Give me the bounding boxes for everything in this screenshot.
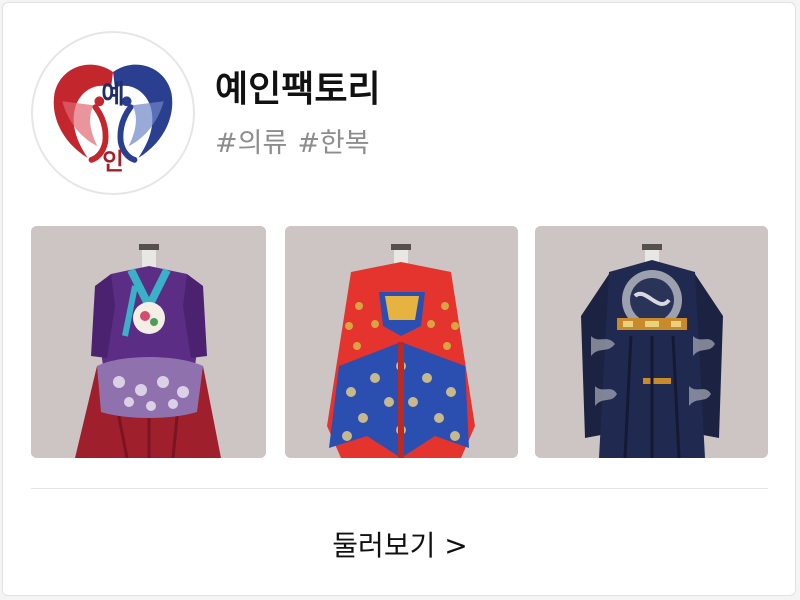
tag-hanbok[interactable]: #한복 (297, 128, 369, 159)
product-thumbnail-2[interactable] (285, 226, 518, 458)
divider (31, 488, 768, 489)
shop-tags: #의류 #한복 (215, 124, 370, 164)
product-thumbnail-1[interactable] (31, 226, 266, 458)
shop-logo[interactable]: 예 인 (31, 31, 195, 195)
navy-dragon-robe-image (535, 226, 768, 458)
logo-text-top: 예 (101, 79, 124, 109)
red-blue-robe-image (285, 226, 518, 458)
purple-hanbok-image (31, 226, 266, 458)
browse-button[interactable]: 둘러보기 > (0, 522, 800, 570)
tag-clothing[interactable]: #의류 (215, 128, 287, 159)
logo-text-bottom: 인 (102, 148, 124, 176)
product-thumbnail-3[interactable] (535, 226, 768, 458)
twin-crane-logo-icon: 예 인 (53, 64, 173, 176)
shop-name[interactable]: 예인팩토리 (215, 66, 381, 114)
